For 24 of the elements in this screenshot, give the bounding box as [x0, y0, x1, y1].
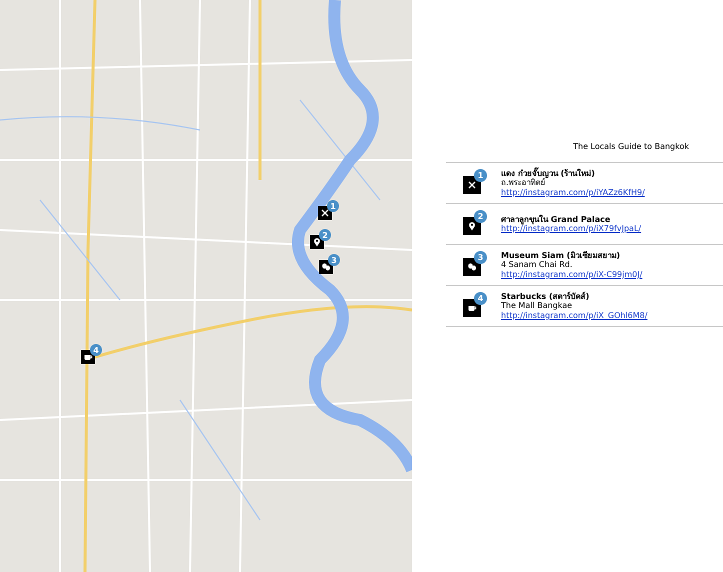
place-address: 4 Sanam Chai Rd. — [501, 260, 574, 270]
map-marker[interactable] — [81, 350, 95, 364]
place-name: Museum Siam (มิวเซียมสยาม) — [501, 250, 621, 260]
map-marker[interactable] — [319, 260, 333, 274]
instagram-link[interactable]: http://instagram.com/p/iX-C99jm0J/ — [501, 270, 642, 280]
place-address: The Mall Bangkae — [501, 301, 574, 311]
place-name: แดง ก๋วยจั๊บญวน (ร้านใหม่) — [501, 168, 596, 178]
place-number-badge: 2 — [474, 210, 487, 223]
map-marker[interactable] — [310, 235, 324, 249]
place-name: ศาลาลูกขุนใน Grand Palace — [501, 214, 612, 224]
map-marker[interactable] — [318, 206, 332, 220]
place-number-badge: 1 — [474, 169, 487, 182]
instagram-link[interactable]: http://instagram.com/p/iX_GOhl6M8/ — [501, 310, 648, 320]
instagram-link[interactable]: http://instagram.com/p/iYAZz6KfH9/ — [501, 188, 645, 198]
location-pin-icon — [312, 237, 322, 247]
location-pin-icon — [467, 221, 477, 231]
coffee-cup-icon — [467, 303, 477, 313]
instagram-link[interactable]: http://instagram.com/p/iX79fvJpaL/ — [501, 224, 642, 234]
place-number-badge: 4 — [474, 292, 487, 305]
guide-title: The Locals Guide to Bangkok — [572, 142, 690, 153]
place-address: ถ.พระอาทิตย์ — [501, 178, 546, 188]
coffee-cup-icon — [83, 352, 93, 362]
place-number-badge: 3 — [474, 251, 487, 264]
place-name: Starbucks (สตาร์บัคส์) — [501, 292, 590, 302]
